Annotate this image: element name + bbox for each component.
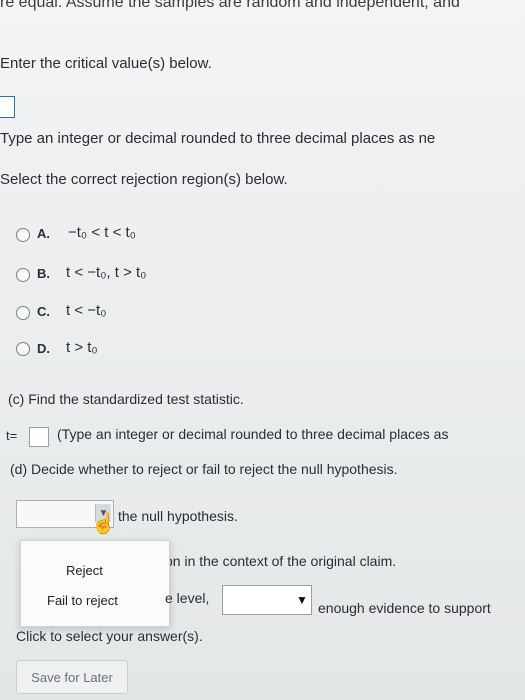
radio-d[interactable]: [16, 342, 30, 356]
option-b-text: t < −t₀, t > t₀: [66, 264, 147, 281]
hand-cursor-icon: ☝: [91, 513, 116, 535]
select-region-label: Select the correct rejection region(s) b…: [0, 171, 288, 188]
part-c-hint: (Type an integer or decimal rounded to t…: [57, 426, 449, 442]
option-d-letter: D.: [37, 341, 50, 356]
dropdown-option-reject[interactable]: Reject: [66, 563, 103, 578]
part-c-question: (c) Find the standardized test statistic…: [8, 391, 244, 407]
chevron-down-icon[interactable]: ▼: [293, 586, 311, 614]
evidence-select[interactable]: ▼: [222, 585, 312, 615]
radio-c[interactable]: [16, 306, 30, 320]
t-label: t=: [6, 428, 18, 443]
radio-a[interactable]: [16, 228, 30, 242]
part-d-question: (d) Decide whether to reject or fail to …: [10, 461, 398, 477]
click-to-select-text: Click to select your answer(s).: [16, 628, 203, 644]
option-c-letter: C.: [37, 304, 50, 319]
save-for-later-button[interactable]: Save for Later: [16, 660, 128, 694]
option-c-text: t < −t₀: [66, 302, 107, 319]
option-d-text: t > t₀: [66, 339, 98, 356]
dropdown-option-fail-to-reject[interactable]: Fail to reject: [47, 593, 118, 608]
type-hint: Type an integer or decimal rounded to th…: [0, 130, 436, 147]
enter-critical-label: Enter the critical value(s) below.: [0, 55, 212, 72]
level-partial-text: e level,: [165, 590, 210, 606]
interpret-partial-text: on in the context of the original claim.: [165, 553, 397, 569]
test-statistic-input[interactable]: [29, 427, 49, 447]
option-b-letter: B.: [37, 266, 50, 281]
radio-b[interactable]: [16, 268, 30, 282]
critical-value-input[interactable]: [0, 96, 15, 118]
decision-dropdown-menu: Reject Fail to reject: [20, 540, 170, 627]
option-a-letter: A.: [37, 226, 50, 241]
null-hypothesis-text: the null hypothesis.: [118, 508, 238, 524]
problem-text-cut: re equal. Assume the samples are random …: [0, 0, 460, 11]
enough-evidence-text: enough evidence to support: [318, 600, 491, 616]
option-a-text: −t₀ < t < t₀: [68, 224, 136, 241]
question-screen: re equal. Assume the samples are random …: [0, 0, 525, 700]
